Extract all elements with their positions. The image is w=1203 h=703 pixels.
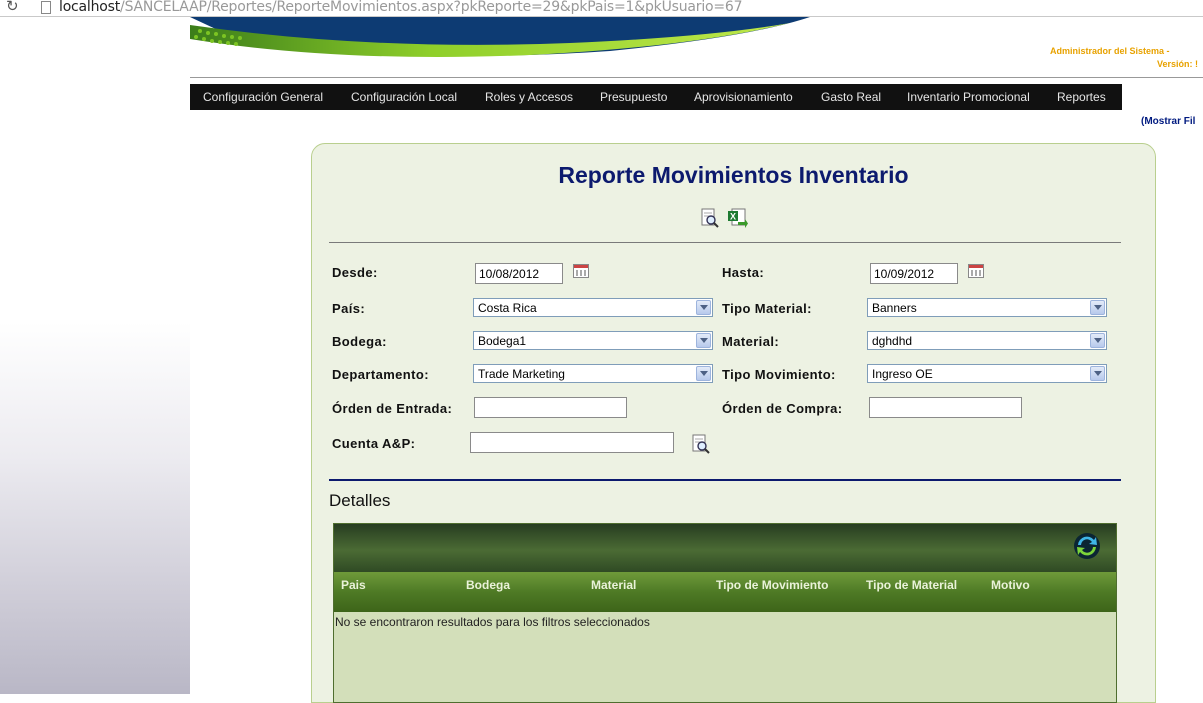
menu-item-configuracion-general[interactable]: Configuración General (203, 90, 323, 104)
column-header-motivo[interactable]: Motivo (991, 578, 1030, 592)
tipo-movimiento-select-value: Ingreso OE (872, 367, 933, 381)
column-header-tipo-movimiento[interactable]: Tipo de Movimiento (716, 578, 828, 592)
departamento-label: Departamento: (332, 367, 429, 382)
header-divider (190, 77, 1203, 78)
page-icon (41, 1, 51, 14)
cuenta-label: Cuenta A&P: (332, 436, 416, 451)
reload-icon[interactable]: ↻ (6, 0, 19, 15)
chevron-down-icon (1090, 366, 1105, 381)
orden-compra-label: Órden de Compra: (722, 401, 843, 416)
excel-export-icon[interactable]: X (728, 208, 748, 228)
bodega-select[interactable]: Bodega1 (473, 331, 713, 350)
svg-text:X: X (730, 212, 736, 222)
grid-toolbar (334, 524, 1116, 572)
chevron-down-icon (696, 300, 711, 315)
material-label: Material: (722, 334, 780, 349)
material-select-value: dghdhd (872, 334, 913, 348)
menu-item-aprovisionamiento[interactable]: Aprovisionamiento (694, 90, 793, 104)
menu-item-roles-accesos[interactable]: Roles y Accesos (485, 90, 573, 104)
pais-select-value: Costa Rica (478, 301, 537, 315)
chevron-down-icon (1090, 333, 1105, 348)
left-gradient-margin (0, 17, 190, 694)
column-header-tipo-material[interactable]: Tipo de Material (866, 578, 957, 592)
tipo-movimiento-label: Tipo Movimiento: (722, 367, 836, 382)
pais-select[interactable]: Costa Rica (473, 298, 713, 317)
desde-calendar-icon[interactable] (573, 264, 589, 278)
cuenta-input[interactable] (470, 432, 674, 453)
menu-item-presupuesto[interactable]: Presupuesto (600, 90, 667, 104)
menu-item-gasto-real[interactable]: Gasto Real (821, 90, 881, 104)
title-divider (329, 242, 1121, 243)
menu-end-spacer (1122, 84, 1203, 110)
details-divider (329, 479, 1121, 481)
url-path: /SANCELAAP/Reportes/ReporteMovimientos.a… (120, 0, 743, 15)
orden-compra-input[interactable] (869, 397, 1022, 418)
departamento-select-value: Trade Marketing (478, 367, 565, 381)
tipo-material-select[interactable]: Banners (867, 298, 1107, 317)
pais-label: País: (332, 301, 366, 316)
desde-date-input[interactable]: 10/08/2012 (475, 263, 563, 284)
tipo-material-label: Tipo Material: (722, 301, 812, 316)
details-heading: Detalles (329, 491, 391, 510)
desde-label: Desde: (332, 265, 378, 280)
report-title: Reporte Movimientos Inventario (558, 162, 909, 188)
column-header-material[interactable]: Material (591, 578, 636, 592)
orden-entrada-input[interactable] (474, 397, 627, 418)
chevron-down-icon (696, 333, 711, 348)
column-header-bodega[interactable]: Bodega (466, 578, 510, 592)
hasta-calendar-icon[interactable] (968, 264, 984, 278)
column-header-pais[interactable]: Pais (341, 578, 366, 592)
grid-header-row: Pais Bodega Material Tipo de Movimiento … (334, 572, 1116, 612)
menu-item-configuracion-local[interactable]: Configuración Local (351, 90, 457, 104)
tipo-movimiento-select[interactable]: Ingreso OE (867, 364, 1107, 383)
menu-item-reportes[interactable]: Reportes (1057, 90, 1106, 104)
hasta-date-input[interactable]: 10/09/2012 (870, 263, 958, 284)
version-label: Versión: ! (1157, 59, 1199, 69)
magnifier-document-icon[interactable] (700, 208, 720, 228)
empty-results-message: No se encontraron resultados para los fi… (335, 615, 650, 629)
menu-item-inventario-promocional[interactable]: Inventario Promocional (907, 90, 1030, 104)
orden-entrada-label: Órden de Entrada: (332, 401, 453, 416)
url-host: localhost (59, 0, 121, 15)
search-cuenta-icon[interactable] (691, 434, 711, 454)
browser-address-bar[interactable]: ↻ localhost/SANCELAAP/Reportes/ReporteMo… (0, 0, 1203, 17)
departamento-select[interactable]: Trade Marketing (473, 364, 713, 383)
tipo-material-select-value: Banners (872, 301, 917, 315)
material-select[interactable]: dghdhd (867, 331, 1107, 350)
refresh-icon[interactable] (1072, 531, 1102, 561)
show-filters-link[interactable]: (Mostrar Fil (1141, 116, 1195, 127)
admin-label: Administrador del Sistema - (1050, 46, 1170, 56)
hasta-label: Hasta: (722, 265, 765, 280)
main-menu: Configuración General Configuración Loca… (190, 84, 1203, 110)
bodega-select-value: Bodega1 (478, 334, 527, 348)
chevron-down-icon (1090, 300, 1105, 315)
bodega-label: Bodega: (332, 334, 387, 349)
url-text[interactable]: localhost/SANCELAAP/Reportes/ReporteMovi… (59, 0, 743, 15)
chevron-down-icon (696, 366, 711, 381)
